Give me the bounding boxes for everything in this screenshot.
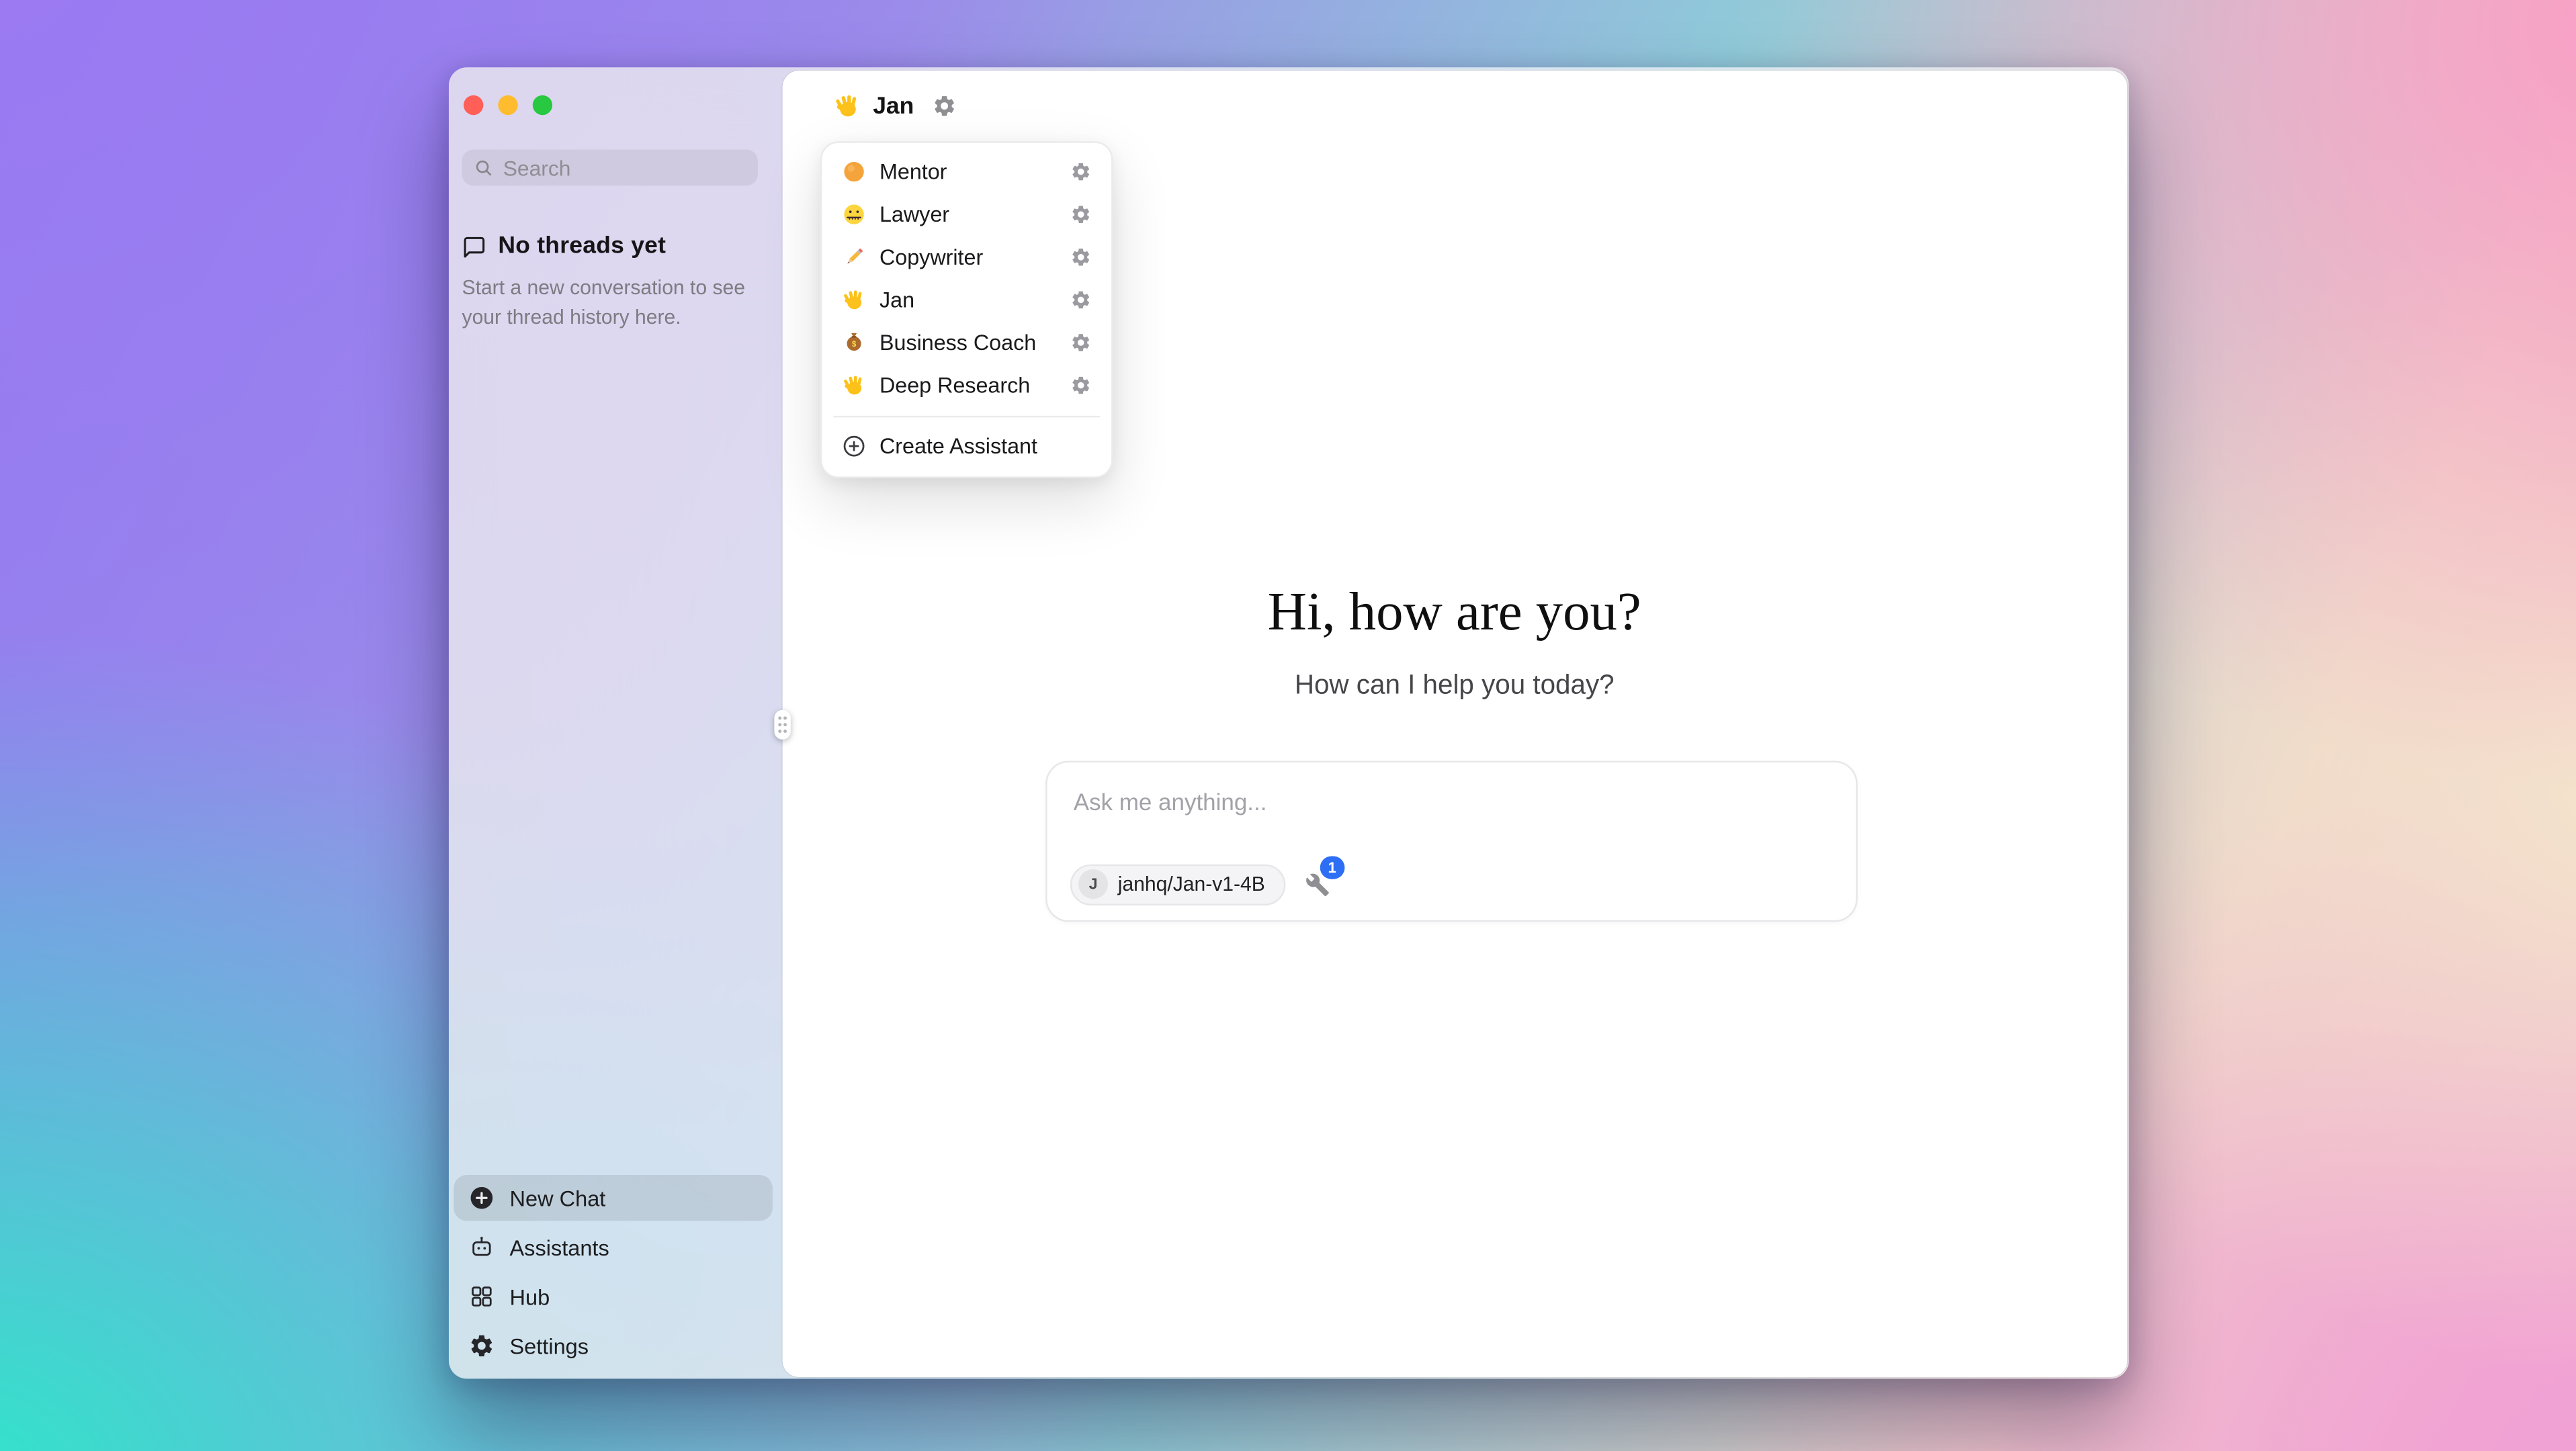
assistant-name: Jan (879, 288, 1057, 312)
assistant-name: Business Coach (879, 331, 1057, 355)
create-assistant-label: Create Assistant (879, 434, 1092, 459)
menu-divider (833, 415, 1099, 416)
assistant-name: Lawyer (879, 202, 1057, 227)
composer-toolbar: J janhq/Jan-v1-4B 1 (1070, 863, 1330, 904)
assistant-selector[interactable]: Jan (873, 93, 914, 119)
model-avatar: J (1078, 869, 1108, 899)
empty-state-description: Start a new conversation to see your thr… (462, 275, 755, 333)
tools-button[interactable]: 1 (1305, 872, 1330, 897)
main-panel: Jan Mentor Lawyer Copywrit (783, 70, 2127, 1376)
traffic-lights (463, 95, 552, 116)
empty-state-title: No threads yet (498, 233, 666, 259)
chat-composer[interactable]: J janhq/Jan-v1-4B 1 (1045, 760, 1858, 921)
chat-input[interactable] (1047, 762, 1856, 816)
greeting-subtitle: How can I help you today? (783, 668, 2127, 702)
create-assistant-button[interactable]: Create Assistant (830, 425, 1103, 468)
waving-hand-icon (833, 92, 861, 120)
gear-icon[interactable] (1070, 161, 1092, 183)
nav-label: Settings (509, 1333, 589, 1358)
sidebar-item-new-chat[interactable]: New Chat (454, 1175, 773, 1221)
search-bar[interactable] (462, 150, 758, 186)
plus-circle-icon (468, 1185, 495, 1211)
assistant-menu-item-deep-research[interactable]: Deep Research (830, 364, 1103, 407)
gear-icon[interactable] (1070, 375, 1092, 396)
assistant-name: Copywriter (879, 245, 1057, 269)
greeting-title: Hi, how are you? (783, 584, 2127, 640)
assistant-settings-gear-icon[interactable] (932, 93, 957, 118)
nav-label: Assistants (509, 1235, 609, 1260)
sidebar-item-settings[interactable]: Settings (454, 1323, 773, 1368)
gear-icon[interactable] (1070, 290, 1092, 311)
zipper-mouth-face-icon (842, 202, 867, 227)
plus-circle-icon (842, 434, 867, 459)
money-bag-icon (842, 331, 867, 355)
assistant-dropdown-menu: Mentor Lawyer Copywriter Jan (820, 140, 1113, 477)
search-icon (474, 158, 493, 177)
chat-bubble-icon (462, 234, 487, 259)
zoom-button[interactable] (532, 95, 553, 116)
gear-icon[interactable] (1070, 204, 1092, 225)
threads-empty-state: No threads yet Start a new conversation … (462, 233, 755, 332)
close-button[interactable] (463, 95, 484, 116)
sidebar-resize-handle[interactable] (774, 710, 790, 740)
search-input[interactable] (503, 155, 746, 180)
nav-label: Hub (509, 1284, 550, 1309)
grip-dots-icon (774, 710, 790, 740)
waving-hand-icon (842, 288, 867, 312)
pencil-icon (842, 245, 867, 269)
gear-icon (468, 1333, 495, 1359)
gear-icon[interactable] (1070, 247, 1092, 268)
gear-icon[interactable] (1070, 332, 1092, 353)
model-selector[interactable]: J janhq/Jan-v1-4B (1070, 863, 1285, 904)
assistant-name: Deep Research (879, 373, 1057, 398)
assistant-menu-item-copywriter[interactable]: Copywriter (830, 236, 1103, 279)
sidebar-nav: New Chat Assistants Hub Settings (454, 1175, 777, 1369)
tools-count-badge: 1 (1320, 855, 1344, 879)
titlebar: Jan (783, 70, 2127, 142)
app-window: No threads yet Start a new conversation … (449, 67, 2129, 1378)
hub-grid-icon (468, 1283, 495, 1309)
model-name: janhq/Jan-v1-4B (1118, 873, 1265, 895)
assistant-menu-item-mentor[interactable]: Mentor (830, 150, 1103, 193)
assistant-menu-item-business-coach[interactable]: Business Coach (830, 321, 1103, 364)
waving-hand-icon (842, 373, 867, 398)
assistant-menu-item-jan[interactable]: Jan (830, 279, 1103, 322)
greeting: Hi, how are you? How can I help you toda… (783, 584, 2127, 703)
desktop-background: No threads yet Start a new conversation … (0, 0, 2576, 1451)
nav-label: New Chat (509, 1186, 605, 1211)
assistants-icon (468, 1234, 495, 1260)
orange-circle-icon (842, 159, 867, 184)
sidebar-item-hub[interactable]: Hub (454, 1274, 773, 1319)
assistant-name: Mentor (879, 159, 1057, 184)
assistant-menu-item-lawyer[interactable]: Lawyer (830, 193, 1103, 236)
minimize-button[interactable] (497, 95, 518, 116)
sidebar-item-assistants[interactable]: Assistants (454, 1224, 773, 1270)
